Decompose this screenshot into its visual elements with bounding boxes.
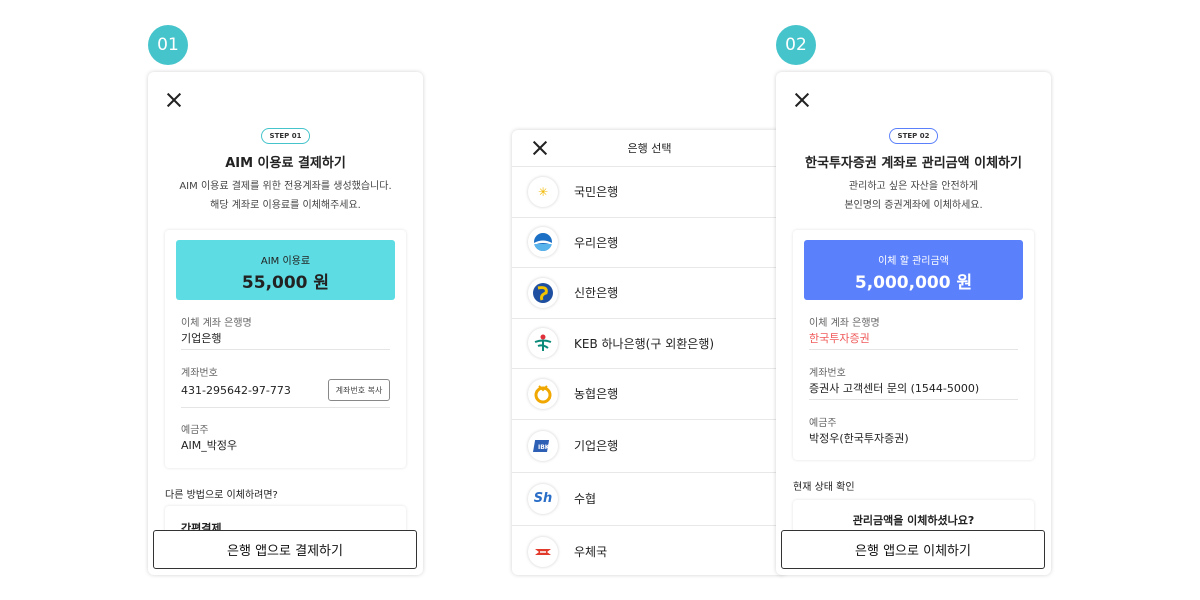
description-line-2: 본인명의 증권계좌에 이체하세요. (844, 200, 983, 211)
kb-star-icon: ✳ (528, 176, 558, 207)
pay-with-bank-app-button[interactable]: 은행 앱으로 결제하기 (153, 530, 417, 569)
bank-row-shinhan[interactable]: 신한은행 (512, 267, 787, 318)
bank-name: 우체국 (574, 545, 608, 559)
account-holder-value: 박정우(한국투자증권) (809, 432, 909, 445)
bank-row-post[interactable]: 우체국 (512, 524, 787, 576)
bank-row-hana[interactable]: KEB 하나은행(구 외환은행) (512, 317, 787, 369)
step-1-badge: 01 (148, 25, 188, 65)
account-holder-value: AIM_박정우 (181, 439, 238, 452)
account-number-value: 증권사 고객센터 문의 (1544-5000) (809, 382, 980, 395)
post-icon (528, 536, 558, 567)
bank-name: 기업은행 (574, 439, 619, 453)
bank-select-title: 은행 선택 (627, 142, 672, 155)
close-icon[interactable] (166, 92, 182, 108)
transfer-with-bank-app-button[interactable]: 은행 앱으로 이체하기 (781, 530, 1045, 569)
bank-name: 국민은행 (574, 185, 619, 200)
status-label: 현재 상태 확인 (793, 482, 855, 493)
page-title: AIM 이용료 결제하기 (225, 156, 346, 171)
payment-screen: STEP 01 AIM 이용료 결제하기 AIM 이용료 결제를 위한 전용계좌… (148, 72, 423, 575)
amount-label: 이체 할 관리금액 (878, 256, 949, 267)
account-holder-label: 예금주 (181, 425, 209, 436)
status-question: 관리금액을 이체하셨나요? (852, 514, 975, 527)
svg-text:IBK: IBK (538, 444, 550, 451)
bank-row-woori[interactable]: 우리은행 (512, 216, 787, 268)
bank-name-label: 이체 계좌 은행명 (181, 318, 252, 329)
bank-row-nh[interactable]: 농협은행 (512, 368, 787, 419)
bank-name: 농협은행 (574, 387, 619, 402)
amount-box: AIM 이용료 55,000 원 (176, 240, 395, 300)
other-method-label: 다른 방법으로 이체하려면? (165, 490, 278, 501)
account-number-value: 431-295642-97-773 (181, 384, 291, 397)
divider (809, 349, 1018, 350)
bank-row-suhyup[interactable]: Sh 수협 (512, 471, 787, 525)
close-icon[interactable] (794, 92, 810, 108)
step-2-badge: 02 (776, 25, 816, 65)
account-holder-label: 예금주 (809, 418, 837, 429)
amount-box: 이체 할 관리금액 5,000,000 원 (804, 240, 1023, 300)
divider (181, 349, 390, 350)
nh-icon (528, 378, 558, 409)
bank-name: KEB 하나은행(구 외환은행) (574, 336, 715, 351)
bank-list: ✳ 국민은행 우리은행 신한은행 KEB 하나은행(구 외환은행) 농협은행 I… (512, 166, 787, 575)
bank-name: 수협 (574, 492, 597, 506)
amount-value: 55,000 원 (241, 273, 330, 293)
account-number-label: 계좌번호 (181, 368, 218, 379)
bank-name: 우리은행 (574, 235, 619, 250)
description-line-1: 관리하고 싶은 자산을 안전하게 (848, 181, 979, 192)
divider (809, 399, 1018, 400)
woori-icon (528, 227, 558, 258)
bank-select-screen: 은행 선택 ✳ 국민은행 우리은행 신한은행 KEB 하나은행(구 외환은행) … (512, 130, 787, 575)
suhyup-icon: Sh (528, 483, 558, 514)
step-pill: STEP 02 (888, 128, 939, 144)
description-line-2: 해당 계좌로 이용료를 이체해주세요. (210, 200, 361, 211)
ibk-icon: IBK (528, 430, 558, 461)
bank-row-kb[interactable]: ✳ 국민은행 (512, 166, 787, 217)
account-card: 이체 할 관리금액 5,000,000 원 이체 계좌 은행명 한국투자증권 계… (793, 230, 1034, 460)
divider (181, 407, 390, 408)
account-number-label: 계좌번호 (809, 368, 846, 379)
bank-name: 신한은행 (574, 286, 619, 301)
description: 관리하고 싶은 자산을 안전하게 본인명의 증권계좌에 이체하세요. (776, 177, 1051, 215)
amount-label: AIM 이용료 (260, 256, 311, 267)
bank-row-ibk[interactable]: IBK 기업은행 (512, 418, 787, 472)
description: AIM 이용료 결제를 위한 전용계좌를 생성했습니다. 해당 계좌로 이용료를… (148, 177, 423, 215)
amount-value: 5,000,000 원 (854, 273, 973, 293)
copy-account-button[interactable]: 계좌번호 복사 (328, 379, 390, 401)
canvas: 01 STEP 01 AIM 이용료 결제하기 AIM 이용료 결제를 위한 전… (0, 0, 1200, 600)
hana-icon (528, 328, 558, 359)
description-line-1: AIM 이용료 결제를 위한 전용계좌를 생성했습니다. (179, 181, 392, 192)
step-pill: STEP 01 (260, 128, 311, 144)
bank-name-value: 기업은행 (181, 332, 222, 345)
bank-name-label: 이체 계좌 은행명 (809, 318, 880, 329)
shinhan-icon (528, 277, 558, 308)
transfer-screen: STEP 02 한국투자증권 계좌로 관리금액 이체하기 관리하고 싶은 자산을… (776, 72, 1051, 575)
bank-name-value: 한국투자증권 (809, 332, 870, 345)
page-title: 한국투자증권 계좌로 관리금액 이체하기 (805, 156, 1022, 171)
account-card: AIM 이용료 55,000 원 이체 계좌 은행명 기업은행 계좌번호 431… (165, 230, 406, 468)
